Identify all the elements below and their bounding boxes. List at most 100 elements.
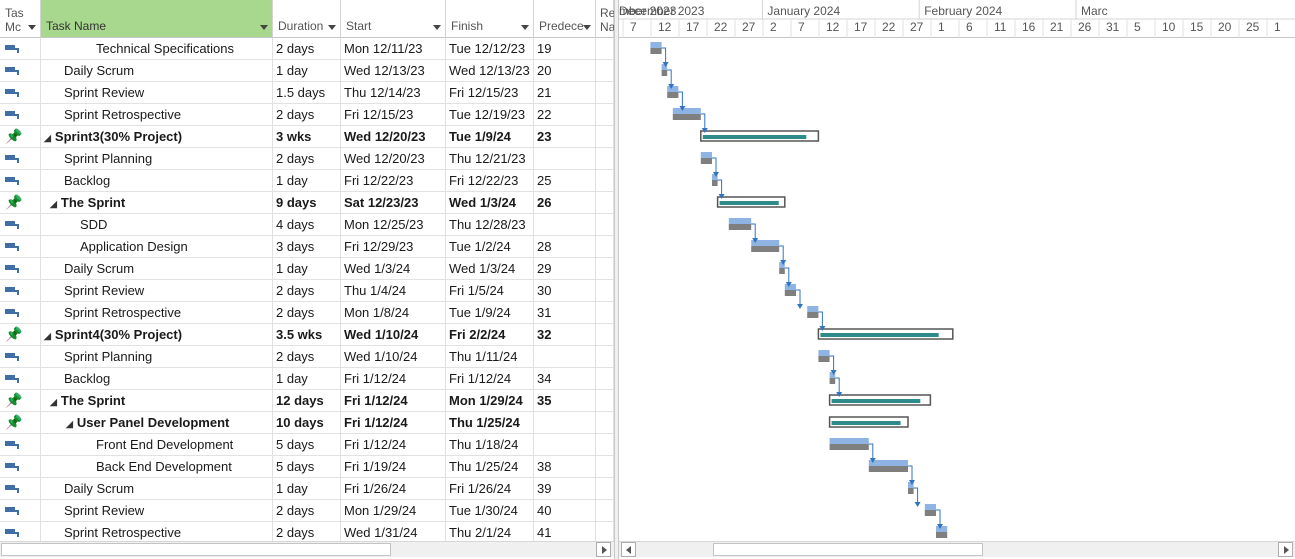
predecessors-cell[interactable]: 31: [534, 302, 596, 323]
table-row[interactable]: 📌 ◢ The Sprint 9 days Sat 12/23/23 Wed 1/3/24…: [0, 192, 614, 214]
resource-names-cell[interactable]: [596, 478, 614, 499]
column-header-task-name[interactable]: Task Name: [41, 0, 273, 38]
task-name-cell[interactable]: Sprint Review: [41, 500, 273, 521]
task-name-cell[interactable]: ◢ Sprint3(30% Project): [41, 126, 273, 147]
start-cell[interactable]: Wed 12/20/23: [341, 126, 446, 147]
finish-cell[interactable]: Fri 1/5/24: [446, 280, 534, 301]
task-name-cell[interactable]: ◢ User Panel Development: [41, 412, 273, 433]
table-row[interactable]: Sprint Review 1.5 days Thu 12/14/23 Fri 12/…: [0, 82, 614, 104]
start-cell[interactable]: Sat 12/23/23: [341, 192, 446, 213]
predecessors-cell[interactable]: 20: [534, 60, 596, 81]
finish-cell[interactable]: Thu 12/28/23: [446, 214, 534, 235]
table-row[interactable]: Sprint Planning 2 days Wed 12/20/23 Thu 12/…: [0, 148, 614, 170]
duration-cell[interactable]: 2 days: [273, 302, 341, 323]
task-mode-cell[interactable]: 📌: [0, 412, 41, 433]
resource-names-cell[interactable]: [596, 434, 614, 455]
duration-cell[interactable]: 2 days: [273, 280, 341, 301]
table-row[interactable]: Application Design 3 days Fri 12/29/23 Tue …: [0, 236, 614, 258]
resource-names-cell[interactable]: [596, 522, 614, 541]
start-cell[interactable]: Fri 12/22/23: [341, 170, 446, 191]
table-row[interactable]: Sprint Retrospective 2 days Wed 1/31/24 Thu…: [0, 522, 614, 541]
resource-names-cell[interactable]: [596, 126, 614, 147]
predecessors-cell[interactable]: [534, 434, 596, 455]
duration-cell[interactable]: 12 days: [273, 390, 341, 411]
sheet-horizontal-scrollbar[interactable]: [0, 541, 614, 557]
duration-cell[interactable]: 3 wks: [273, 126, 341, 147]
task-mode-cell[interactable]: 📌: [0, 192, 41, 213]
task-mode-cell[interactable]: [0, 38, 41, 59]
task-name-cell[interactable]: Daily Scrum: [41, 478, 273, 499]
task-name-cell[interactable]: Sprint Retrospective: [41, 522, 273, 541]
table-row[interactable]: Sprint Review 2 days Thu 1/4/24 Fri 1/5/24 3…: [0, 280, 614, 302]
predecessors-cell[interactable]: 32: [534, 324, 596, 345]
task-mode-cell[interactable]: [0, 478, 41, 499]
task-mode-cell[interactable]: [0, 258, 41, 279]
finish-cell[interactable]: Tue 1/2/24: [446, 236, 534, 257]
collapse-triangle-icon[interactable]: ◢: [50, 392, 57, 411]
column-filter-dropdown-icon[interactable]: [521, 25, 529, 30]
task-name-cell[interactable]: ◢ The Sprint: [41, 192, 273, 213]
column-filter-dropdown-icon[interactable]: [433, 25, 441, 30]
resource-names-cell[interactable]: [596, 368, 614, 389]
task-mode-cell[interactable]: [0, 368, 41, 389]
finish-cell[interactable]: Tue 12/12/23: [446, 38, 534, 59]
column-filter-dropdown-icon[interactable]: [28, 25, 36, 30]
column-header-predecessors[interactable]: Predece: [534, 0, 596, 38]
resource-names-cell[interactable]: [596, 324, 614, 345]
task-name-cell[interactable]: ◢ Sprint4(30% Project): [41, 324, 273, 345]
task-name-cell[interactable]: SDD: [41, 214, 273, 235]
resource-names-cell[interactable]: [596, 104, 614, 125]
resource-names-cell[interactable]: [596, 192, 614, 213]
finish-cell[interactable]: Thu 1/18/24: [446, 434, 534, 455]
task-name-cell[interactable]: Backlog: [41, 170, 273, 191]
predecessors-cell[interactable]: [534, 148, 596, 169]
duration-cell[interactable]: 2 days: [273, 148, 341, 169]
scroll-right-button[interactable]: [596, 542, 611, 557]
resource-names-cell[interactable]: [596, 258, 614, 279]
finish-cell[interactable]: Thu 1/25/24: [446, 456, 534, 477]
task-mode-cell[interactable]: [0, 500, 41, 521]
resource-names-cell[interactable]: [596, 456, 614, 477]
task-name-cell[interactable]: Daily Scrum: [41, 60, 273, 81]
task-mode-cell[interactable]: [0, 60, 41, 81]
table-row[interactable]: Back End Development 5 days Fri 1/19/24 Thu…: [0, 456, 614, 478]
finish-cell[interactable]: Fri 1/26/24: [446, 478, 534, 499]
predecessors-cell[interactable]: 26: [534, 192, 596, 213]
finish-cell[interactable]: Thu 12/21/23: [446, 148, 534, 169]
duration-cell[interactable]: 2 days: [273, 38, 341, 59]
task-mode-cell[interactable]: [0, 170, 41, 191]
resource-names-cell[interactable]: [596, 346, 614, 367]
task-name-cell[interactable]: Application Design: [41, 236, 273, 257]
task-name-cell[interactable]: Daily Scrum: [41, 258, 273, 279]
start-cell[interactable]: Thu 1/4/24: [341, 280, 446, 301]
table-row[interactable]: Technical Specifications 2 days Mon 12/11/…: [0, 38, 614, 60]
collapse-triangle-icon[interactable]: ◢: [66, 414, 73, 433]
duration-cell[interactable]: 1 day: [273, 258, 341, 279]
finish-cell[interactable]: Fri 1/12/24: [446, 368, 534, 389]
finish-cell[interactable]: Tue 12/19/23: [446, 104, 534, 125]
resource-names-cell[interactable]: [596, 170, 614, 191]
collapse-triangle-icon[interactable]: ◢: [50, 194, 57, 213]
task-mode-cell[interactable]: [0, 214, 41, 235]
start-cell[interactable]: Wed 1/31/24: [341, 522, 446, 541]
finish-cell[interactable]: Wed 1/3/24: [446, 192, 534, 213]
scroll-right-button[interactable]: [1278, 542, 1293, 557]
table-row[interactable]: Sprint Review 2 days Mon 1/29/24 Tue 1/30/2…: [0, 500, 614, 522]
column-filter-dropdown-icon[interactable]: [583, 25, 591, 30]
task-name-cell[interactable]: Backlog: [41, 368, 273, 389]
finish-cell[interactable]: Tue 1/30/24: [446, 500, 534, 521]
predecessors-cell[interactable]: 39: [534, 478, 596, 499]
task-mode-cell[interactable]: [0, 236, 41, 257]
finish-cell[interactable]: Wed 12/13/23: [446, 60, 534, 81]
duration-cell[interactable]: 1 day: [273, 170, 341, 191]
task-mode-cell[interactable]: 📌: [0, 390, 41, 411]
finish-cell[interactable]: Thu 2/1/24: [446, 522, 534, 541]
predecessors-cell[interactable]: 28: [534, 236, 596, 257]
finish-cell[interactable]: Tue 1/9/24: [446, 126, 534, 147]
task-name-cell[interactable]: ◢ The Sprint: [41, 390, 273, 411]
table-row[interactable]: 📌 ◢ User Panel Development 10 days Fri 1/12/…: [0, 412, 614, 434]
task-name-cell[interactable]: Back End Development: [41, 456, 273, 477]
finish-cell[interactable]: Fri 2/2/24: [446, 324, 534, 345]
start-cell[interactable]: Thu 12/14/23: [341, 82, 446, 103]
predecessors-cell[interactable]: 38: [534, 456, 596, 477]
